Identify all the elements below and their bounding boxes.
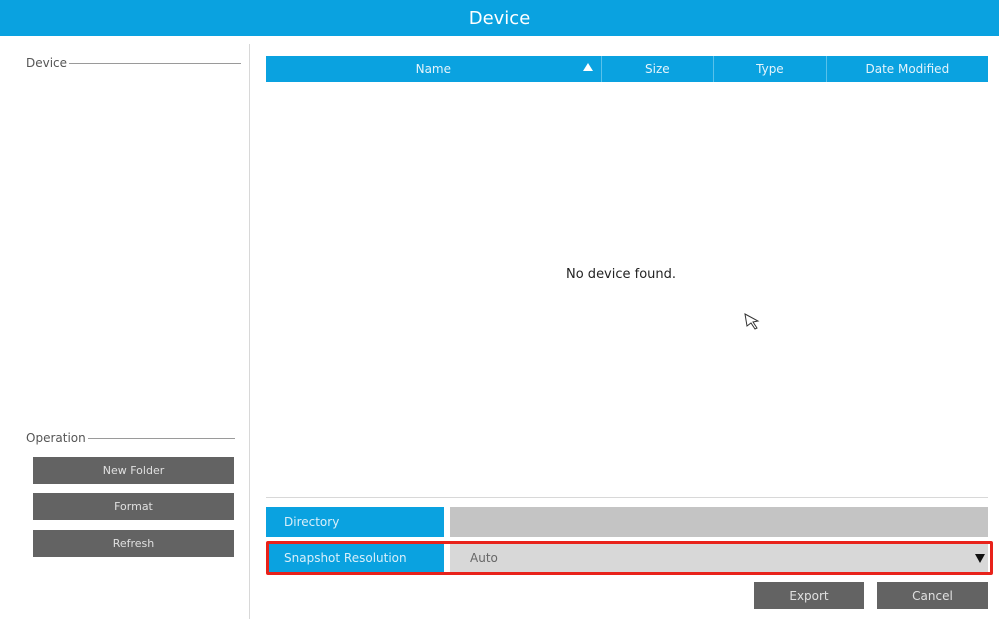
group-divider-line	[69, 62, 242, 64]
refresh-button[interactable]: Refresh	[33, 530, 234, 557]
mouse-cursor-icon	[744, 313, 760, 330]
column-header-label: Type	[756, 62, 784, 76]
cancel-button-label: Cancel	[912, 588, 953, 603]
column-header-label: Size	[645, 62, 670, 76]
directory-field[interactable]	[450, 507, 988, 537]
triangle-up-icon	[582, 63, 593, 71]
new-folder-button[interactable]: New Folder	[33, 457, 234, 484]
snapshot-resolution-value: Auto	[470, 551, 498, 565]
column-header-label: Date Modified	[865, 62, 950, 76]
cancel-button[interactable]: Cancel	[877, 582, 988, 609]
column-header-size[interactable]: Size	[600, 56, 714, 82]
file-table-header: Name Size Type Date Modified	[266, 56, 988, 82]
section-divider	[266, 497, 988, 498]
snapshot-resolution-select[interactable]: Auto	[450, 543, 988, 573]
format-button-label: Format	[114, 500, 153, 513]
new-folder-button-label: New Folder	[102, 464, 165, 477]
operation-group-label: Operation	[26, 431, 86, 445]
device-group: Device	[26, 56, 242, 70]
group-divider-line	[87, 437, 235, 439]
empty-state-message: No device found.	[566, 267, 677, 282]
device-group-label: Device	[26, 56, 68, 70]
column-header-date-modified[interactable]: Date Modified	[825, 56, 988, 82]
export-button[interactable]: Export	[754, 582, 864, 609]
dropdown-triangle-icon	[975, 554, 985, 563]
snapshot-resolution-label: Snapshot Resolution	[266, 543, 444, 573]
refresh-button-label: Refresh	[112, 537, 155, 550]
column-header-type[interactable]: Type	[713, 56, 826, 82]
export-button-label: Export	[789, 588, 829, 603]
directory-label-text: Directory	[284, 515, 340, 529]
column-header-label: Name	[415, 62, 451, 76]
directory-label: Directory	[266, 507, 444, 537]
window-title: Device	[468, 7, 531, 29]
column-header-name[interactable]: Name	[266, 56, 601, 82]
operation-group: Operation	[26, 431, 235, 445]
panel-divider	[249, 44, 250, 619]
snapshot-resolution-label-text: Snapshot Resolution	[284, 551, 407, 565]
title-bar: Device	[0, 0, 999, 36]
format-button[interactable]: Format	[33, 493, 234, 520]
